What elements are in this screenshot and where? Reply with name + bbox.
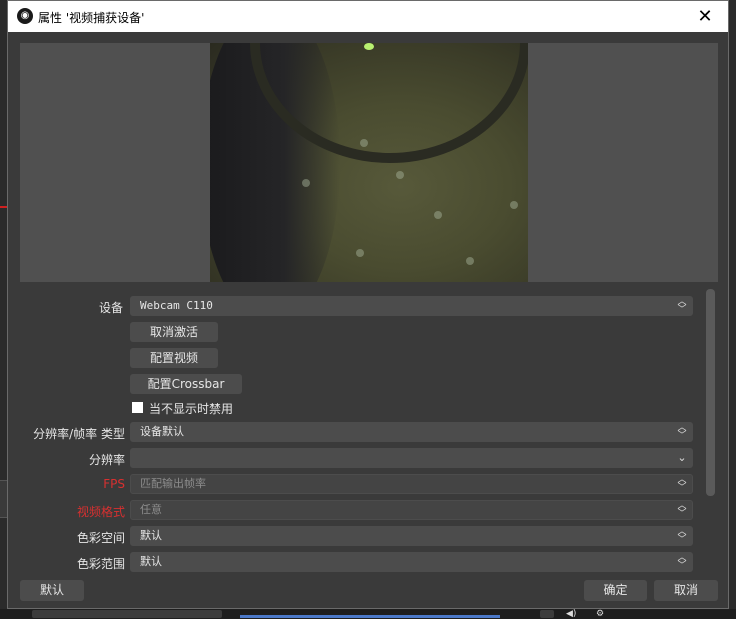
camera-feed-speck bbox=[396, 171, 404, 179]
title-bar: ◉ 属性 '视频捕获设备' ✕ bbox=[8, 1, 728, 32]
video-format-select[interactable]: 任意 ︿ ﹀ bbox=[130, 500, 693, 520]
resolution-fps-type-label: 分辨率/帧率 类型 bbox=[33, 427, 125, 441]
obs-logo-icon: ◉ bbox=[17, 8, 33, 24]
camera-feed-light bbox=[364, 43, 374, 50]
defaults-button[interactable]: 默认 bbox=[20, 580, 84, 601]
updown-icon: ︿ ﹀ bbox=[677, 297, 687, 315]
properties-scrollbar[interactable] bbox=[706, 289, 715, 571]
chevron-down-icon: ⌄ bbox=[677, 451, 687, 464]
updown-icon: ︿ ﹀ bbox=[677, 475, 687, 493]
fps-label: FPS bbox=[103, 477, 125, 491]
ok-button[interactable]: 确定 bbox=[584, 580, 647, 601]
camera-feed-speck bbox=[356, 249, 364, 257]
fps-select[interactable]: 匹配输出帧率 ︿ ﹀ bbox=[130, 474, 693, 494]
resolution-fps-type-value: 设备默认 bbox=[140, 425, 184, 438]
configure-crossbar-button[interactable]: 配置Crossbar bbox=[130, 374, 242, 394]
device-select[interactable]: Webcam C110 ︿ ﹀ bbox=[130, 296, 693, 316]
updown-icon: ︿ ﹀ bbox=[677, 553, 687, 571]
deactivate-when-hidden-label: 当不显示时禁用 bbox=[149, 402, 234, 416]
deactivate-when-hidden-checkbox[interactable] bbox=[132, 402, 143, 413]
device-value: Webcam C110 bbox=[140, 299, 213, 312]
deactivate-button[interactable]: 取消激活 bbox=[130, 322, 218, 342]
color-range-select[interactable]: 默认 ︿ ﹀ bbox=[130, 552, 693, 572]
color-range-value: 默认 bbox=[140, 555, 162, 568]
updown-icon: ︿ ﹀ bbox=[677, 423, 687, 441]
color-space-value: 默认 bbox=[140, 529, 162, 542]
configure-video-button[interactable]: 配置视频 bbox=[130, 348, 218, 368]
camera-feed bbox=[210, 43, 528, 282]
camera-feed-speck bbox=[302, 179, 310, 187]
video-format-label: 视频格式 bbox=[76, 505, 125, 519]
scrollbar-thumb[interactable] bbox=[706, 289, 715, 496]
window-title: 属性 '视频捕获设备' bbox=[38, 11, 145, 25]
device-label: 设备 bbox=[98, 301, 123, 315]
color-space-label: 色彩空间 bbox=[76, 531, 125, 545]
fps-value: 匹配输出帧率 bbox=[140, 477, 206, 490]
resolution-select[interactable]: ⌄ bbox=[130, 448, 693, 468]
background-mixer-strip: ◀) ⚙ bbox=[0, 609, 736, 619]
cancel-button[interactable]: 取消 bbox=[654, 580, 718, 601]
camera-feed-speck bbox=[434, 211, 442, 219]
color-range-label: 色彩范围 bbox=[76, 557, 125, 571]
background-control bbox=[32, 610, 222, 618]
color-space-select[interactable]: 默认 ︿ ﹀ bbox=[130, 526, 693, 546]
updown-icon: ︿ ﹀ bbox=[677, 501, 687, 519]
close-button[interactable]: ✕ bbox=[682, 1, 728, 32]
gear-icon: ⚙ bbox=[596, 609, 605, 619]
camera-feed-speck bbox=[466, 257, 474, 265]
camera-feed-speck bbox=[510, 201, 518, 209]
video-preview bbox=[20, 43, 718, 282]
resolution-label: 分辨率 bbox=[88, 453, 125, 467]
resolution-fps-type-select[interactable]: 设备默认 ︿ ﹀ bbox=[130, 422, 693, 442]
video-format-value: 任意 bbox=[140, 503, 162, 516]
background-control bbox=[540, 610, 554, 618]
properties-dialog: ◉ 属性 '视频捕获设备' ✕ 设备 Webcam C110 ︿ ﹀ 取消激活 配… bbox=[7, 0, 729, 609]
updown-icon: ︿ ﹀ bbox=[677, 527, 687, 545]
background-volume-bar bbox=[240, 615, 500, 618]
camera-feed-speck bbox=[360, 139, 368, 147]
speaker-icon: ◀) bbox=[566, 609, 577, 619]
